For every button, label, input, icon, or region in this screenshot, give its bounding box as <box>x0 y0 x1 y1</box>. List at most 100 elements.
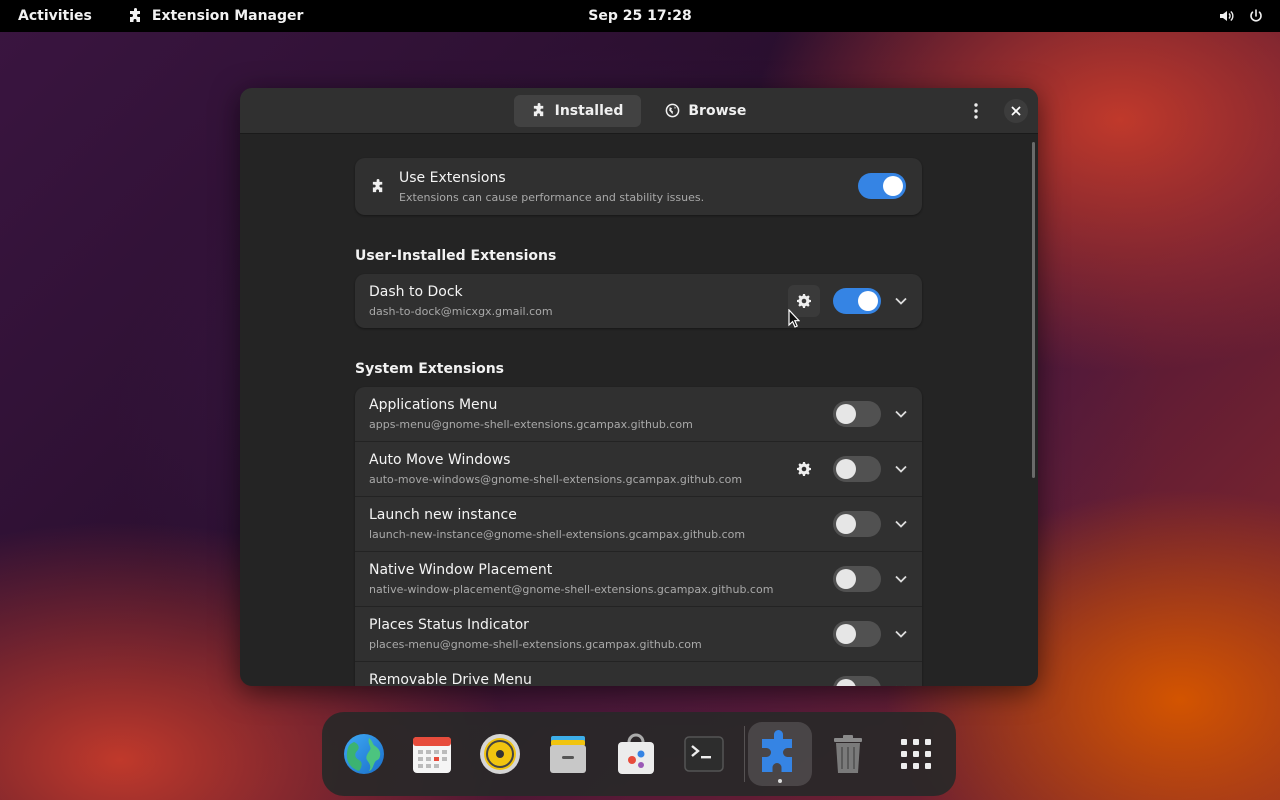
terminal-icon <box>684 736 724 772</box>
user-extensions-card: Dash to Dock dash-to-dock@micxgx.gmail.c… <box>355 274 922 328</box>
tab-installed[interactable]: Installed <box>513 94 642 127</box>
close-button[interactable] <box>1004 99 1028 123</box>
switch-knob <box>836 569 856 589</box>
extension-name: Removable Drive Menu <box>369 672 532 686</box>
app-grid-icon <box>901 739 931 769</box>
extension-id: native-window-placement@gnome-shell-exte… <box>369 583 774 596</box>
scrollbar[interactable] <box>1032 142 1035 478</box>
chevron-down-icon <box>895 630 907 638</box>
gear-icon <box>797 462 811 476</box>
use-extensions-title: Use Extensions <box>399 170 506 186</box>
chevron-down-icon <box>895 297 907 305</box>
dock-item-trash[interactable] <box>816 722 880 786</box>
tab-browse-label: Browse <box>688 102 747 119</box>
app-name: Extension Manager <box>151 8 304 24</box>
extension-row[interactable]: Applications Menu apps-menu@gnome-shell-… <box>355 387 922 442</box>
gear-icon <box>797 294 811 308</box>
extension-row[interactable]: Launch new instance launch-new-instance@… <box>355 497 922 552</box>
software-store-icon <box>618 733 654 774</box>
use-extensions-card: Use Extensions Extensions can cause perf… <box>355 158 922 215</box>
header-bar: Installed Browse <box>240 88 1038 134</box>
kebab-menu-icon <box>974 103 978 119</box>
running-indicator <box>778 779 782 783</box>
extension-id: auto-move-windows@gnome-shell-extensions… <box>369 473 743 486</box>
dock <box>322 712 956 796</box>
expand-button[interactable] <box>891 624 911 644</box>
extension-id: dash-to-dock@micxgx.gmail.com <box>369 305 553 318</box>
extension-switch[interactable] <box>833 621 881 647</box>
chevron-down-icon <box>895 465 907 473</box>
top-bar: Activities Extension Manager Sep 25 17:2… <box>0 0 1280 32</box>
dock-item-software-store[interactable] <box>604 722 668 786</box>
extension-id: places-menu@gnome-shell-extensions.gcamp… <box>369 638 702 651</box>
expand-button[interactable] <box>891 514 911 534</box>
chevron-down-icon <box>895 410 907 418</box>
extension-switch[interactable] <box>833 676 881 686</box>
dock-item-extension-manager[interactable] <box>748 722 812 786</box>
use-extensions-subtitle: Extensions can cause performance and sta… <box>399 191 705 204</box>
files-icon <box>550 736 586 773</box>
extension-row[interactable]: Auto Move Windows auto-move-windows@gnom… <box>355 442 922 497</box>
use-extensions-row: Use Extensions Extensions can cause perf… <box>355 158 922 215</box>
expand-button[interactable] <box>891 459 911 479</box>
extension-row[interactable]: Removable Drive Menu <box>355 662 922 686</box>
dock-item-web-browser[interactable] <box>332 722 396 786</box>
expand-button[interactable] <box>891 569 911 589</box>
system-extensions-card: Applications Menu apps-menu@gnome-shell-… <box>355 387 922 686</box>
power-icon[interactable] <box>1248 8 1264 24</box>
switch-knob <box>883 176 903 196</box>
switch-knob <box>836 404 856 424</box>
music-player-icon <box>480 734 520 774</box>
chevron-down-icon <box>896 685 906 686</box>
switch-knob <box>858 291 878 311</box>
extension-name: Places Status Indicator <box>369 617 529 633</box>
use-extensions-switch[interactable] <box>858 173 906 199</box>
clock[interactable]: Sep 25 17:28 <box>588 8 691 24</box>
dock-item-files[interactable] <box>536 722 600 786</box>
puzzle-icon <box>129 8 140 22</box>
tab-browse[interactable]: Browse <box>647 95 764 127</box>
close-icon <box>1011 106 1021 116</box>
extension-row[interactable]: Places Status Indicator places-menu@gnom… <box>355 607 922 662</box>
dock-item-calendar[interactable] <box>400 722 464 786</box>
dock-item-terminal[interactable] <box>672 722 736 786</box>
extension-name: Launch new instance <box>369 507 517 523</box>
extension-row[interactable]: Native Window Placement native-window-pl… <box>355 552 922 607</box>
extensions-list-view[interactable]: Use Extensions Extensions can cause perf… <box>240 134 1038 686</box>
expand-button[interactable] <box>891 291 911 311</box>
extension-switch[interactable] <box>833 401 881 427</box>
system-extensions-heading: System Extensions <box>355 361 504 377</box>
main-menu-button[interactable] <box>964 99 988 123</box>
expand-button[interactable] <box>891 404 911 424</box>
user-extensions-heading: User-Installed Extensions <box>355 248 557 264</box>
puzzle-icon <box>533 103 543 117</box>
switch-knob <box>836 624 856 644</box>
switch-knob <box>836 514 856 534</box>
activities-button[interactable]: Activities <box>18 8 92 24</box>
extension-switch[interactable] <box>833 288 881 314</box>
extension-manager-icon <box>762 730 792 772</box>
extension-switch[interactable] <box>833 456 881 482</box>
globe-icon <box>666 103 680 118</box>
switch-knob <box>836 459 856 479</box>
expand-button[interactable] <box>891 679 911 686</box>
dock-item-app-grid[interactable] <box>884 722 948 786</box>
view-switcher: Installed Browse <box>513 94 765 127</box>
mouse-cursor-icon <box>788 309 800 328</box>
calendar-icon <box>413 737 451 773</box>
extension-switch[interactable] <box>833 511 881 537</box>
extension-name: Native Window Placement <box>369 562 553 578</box>
extension-settings-button[interactable] <box>788 453 820 485</box>
chevron-down-icon <box>895 575 907 583</box>
extension-switch[interactable] <box>833 566 881 592</box>
app-menu[interactable]: Extension Manager <box>128 8 304 24</box>
trash-icon <box>834 735 862 773</box>
extension-name: Applications Menu <box>369 397 498 413</box>
chevron-down-icon <box>895 520 907 528</box>
extension-id: launch-new-instance@gnome-shell-extensio… <box>369 528 746 541</box>
dock-separator <box>744 726 745 782</box>
extension-id: apps-menu@gnome-shell-extensions.gcampax… <box>369 418 693 431</box>
volume-icon[interactable] <box>1218 8 1234 24</box>
dock-item-music-player[interactable] <box>468 722 532 786</box>
extension-row[interactable]: Dash to Dock dash-to-dock@micxgx.gmail.c… <box>355 274 922 328</box>
